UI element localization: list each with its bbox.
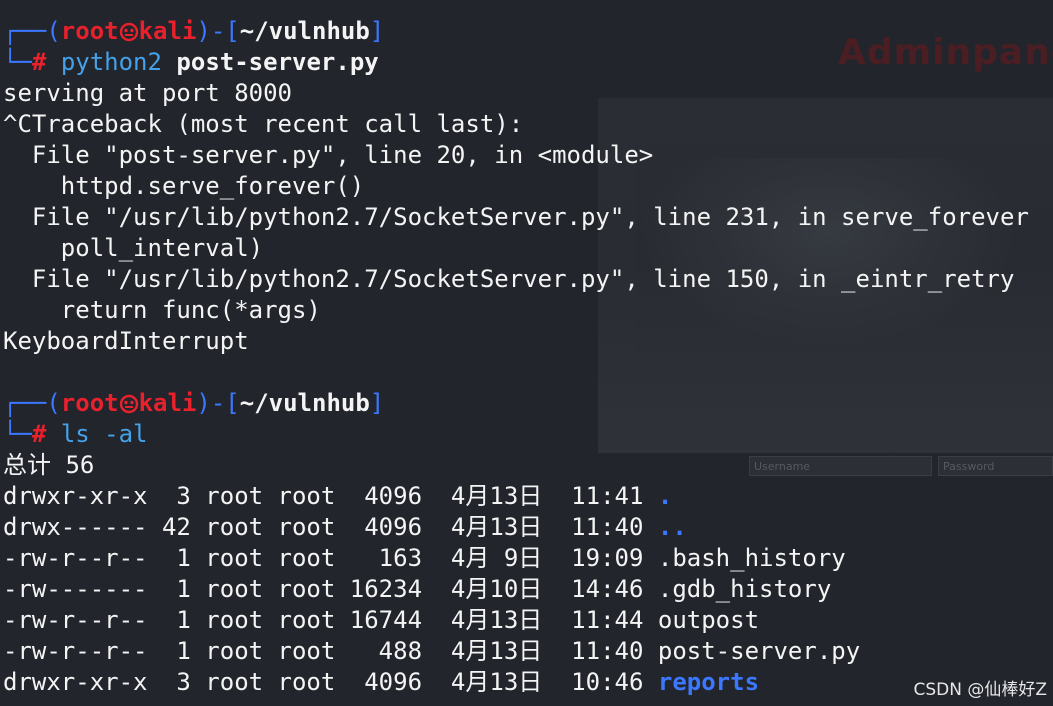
file-meta: drwxr-xr-x 3 root root 4096 4月13日 10:46 (3, 668, 658, 696)
file-name: . (657, 482, 673, 510)
prompt-frame: └─ (3, 420, 32, 448)
file-name: .. (657, 513, 687, 541)
output-line: File "/usr/lib/python2.7/SocketServer.py… (3, 265, 1015, 293)
file-meta: drwx------ 42 root root 4096 4月13日 11:40 (3, 513, 658, 541)
csdn-watermark: CSDN @仙棒好Z (913, 680, 1047, 700)
prompt-frame: ┌──( (3, 389, 61, 417)
command-name: ls -al (60, 420, 148, 448)
listing-row: -rw-r--r-- 1 root root 16744 4月13日 11:44… (3, 605, 1053, 636)
command-line: └─# python2 post-server.py (3, 47, 1053, 78)
prompt-path: ~/vulnhub (239, 389, 370, 417)
kali-skull-icon (119, 17, 139, 45)
file-meta: -rw------- 1 root root 16234 4月10日 14:46 (3, 575, 658, 603)
prompt-hash: # (31, 48, 47, 76)
prompt-user: root (60, 389, 119, 417)
prompt-frame: )-[ (196, 17, 240, 45)
prompt-host: kali (138, 389, 197, 417)
output-line: serving at port 8000 (3, 79, 292, 107)
output-line: KeyboardInterrupt (3, 327, 249, 355)
file-name: .bash_history (657, 544, 846, 572)
listing-row: -rw-r--r-- 1 root root 163 4月 9日 19:09 .… (3, 543, 1053, 574)
prompt-line: ┌──(root kali)-[~/vulnhub] (3, 388, 1053, 419)
output-line: return func(*args) (3, 296, 321, 324)
output-line: poll_interval) (3, 234, 264, 262)
kali-skull-icon (119, 389, 139, 417)
listing-total: 总计 56 (3, 451, 95, 479)
prompt-frame: ] (369, 389, 385, 417)
listing-row: -rw------- 1 root root 16234 4月10日 14:46… (3, 574, 1053, 605)
prompt-path: ~/vulnhub (239, 17, 370, 45)
output-line: File "post-server.py", line 20, in <modu… (3, 141, 654, 169)
listing-row: drwxr-xr-x 3 root root 4096 4月13日 11:41 … (3, 481, 1053, 512)
file-name: outpost (657, 606, 760, 634)
prompt-frame: ┌──( (3, 17, 61, 45)
prompt-frame: └─ (3, 48, 32, 76)
output-line: ^CTraceback (most recent call last): (3, 110, 524, 138)
file-name: .gdb_history (657, 575, 832, 603)
output-line: httpd.serve_forever() (3, 172, 365, 200)
prompt-user: root (60, 17, 119, 45)
prompt-hash: # (31, 420, 47, 448)
file-name: reports (657, 668, 760, 696)
output-line: File "/usr/lib/python2.7/SocketServer.py… (3, 203, 1029, 231)
listing-row: -rw-r--r-- 1 root root 488 4月13日 11:40 p… (3, 636, 1053, 667)
command-line: └─# ls -al (3, 419, 1053, 450)
prompt-host: kali (138, 17, 197, 45)
file-meta: drwxr-xr-x 3 root root 4096 4月13日 11:41 (3, 482, 658, 510)
terminal-output[interactable]: ┌──(root kali)-[~/vulnhub] └─# python2 po… (3, 16, 1053, 698)
file-meta: -rw-r--r-- 1 root root 16744 4月13日 11:44 (3, 606, 658, 634)
command-name: python2 (60, 48, 162, 76)
prompt-frame: )-[ (196, 389, 240, 417)
prompt-line: ┌──(root kali)-[~/vulnhub] (3, 16, 1053, 47)
command-argument: post-server.py (176, 48, 379, 76)
listing-row: drwx------ 42 root root 4096 4月13日 11:40… (3, 512, 1053, 543)
file-name: post-server.py (657, 637, 861, 665)
listing-row: drwxr-xr-x 3 root root 4096 4月13日 10:46 … (3, 667, 1053, 698)
prompt-frame: ] (369, 17, 385, 45)
file-meta: -rw-r--r-- 1 root root 163 4月 9日 19:09 (3, 544, 658, 572)
file-meta: -rw-r--r-- 1 root root 488 4月13日 11:40 (3, 637, 658, 665)
